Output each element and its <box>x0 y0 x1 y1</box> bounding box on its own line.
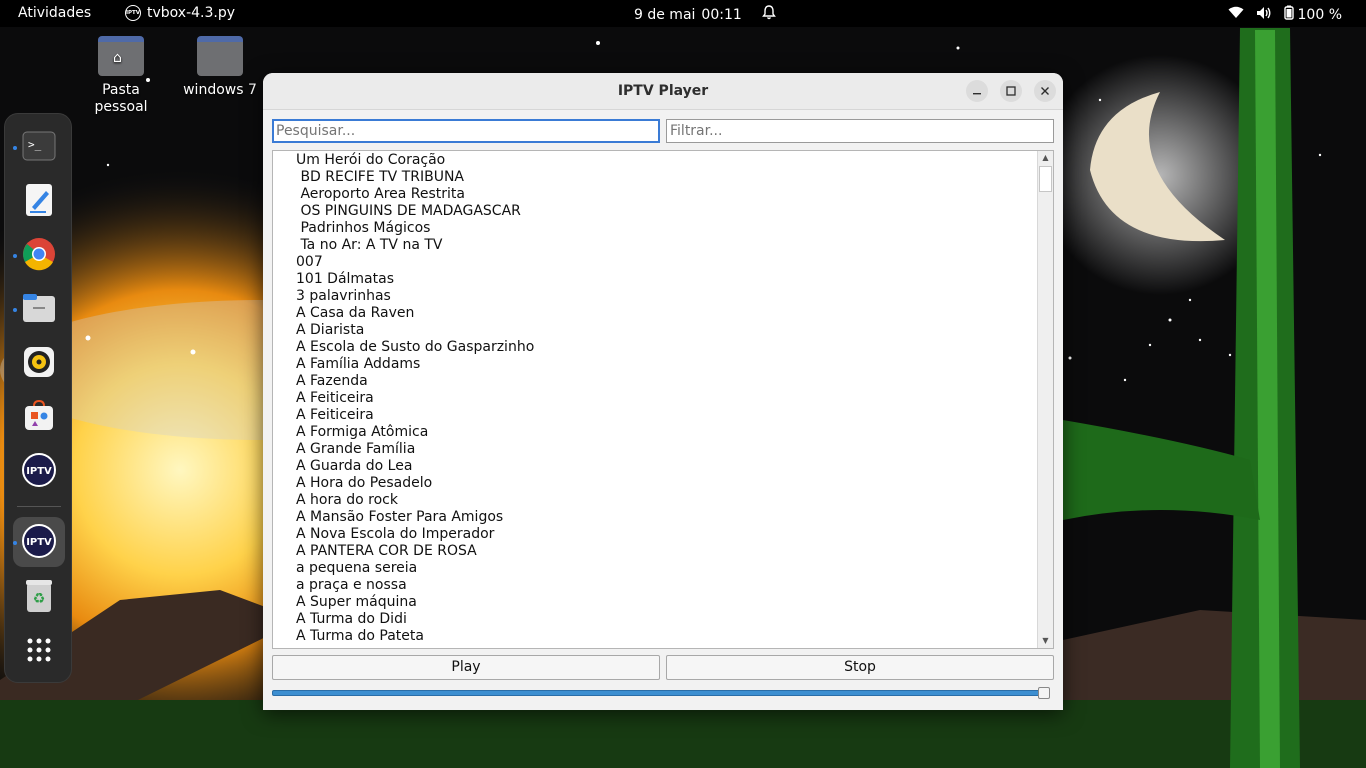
battery-icon <box>1283 5 1294 24</box>
list-item[interactable]: A hora do rock <box>296 492 534 509</box>
iptv-player-window: IPTV Player Um Herói do Coração BD RECIF… <box>263 73 1063 710</box>
iptv-running-icon[interactable]: IPTV <box>20 522 58 560</box>
stop-button[interactable]: Stop <box>666 655 1054 680</box>
window-title: IPTV Player <box>617 83 709 99</box>
battery-percent: 100 % <box>1297 6 1342 23</box>
dock-separator <box>17 506 61 507</box>
list-item[interactable]: A Super máquina <box>296 594 534 611</box>
list-item[interactable]: A Fazenda <box>296 373 534 390</box>
system-menu[interactable]: 100 % <box>1228 5 1342 24</box>
files-icon[interactable] <box>20 289 58 327</box>
list-item[interactable]: 007 <box>296 254 534 271</box>
progress-track <box>272 690 1042 696</box>
list-item[interactable]: 3 palavrinhas <box>296 288 534 305</box>
app-menu[interactable]: IPTV tvbox-4.3.py <box>125 5 235 21</box>
wifi-icon <box>1228 6 1244 23</box>
chrome-icon[interactable] <box>20 235 58 273</box>
iptv-icon[interactable]: IPTV <box>20 451 58 489</box>
show-apps-icon[interactable] <box>20 631 58 669</box>
list-item[interactable]: a praça e nossa <box>296 577 534 594</box>
top-bar: Atividades IPTV tvbox-4.3.py 9 de mai 00… <box>0 0 1366 27</box>
list-item[interactable]: A Família Addams <box>296 356 534 373</box>
activities-button[interactable]: Atividades <box>18 5 91 21</box>
scroll-up-icon[interactable]: ▲ <box>1038 151 1053 165</box>
list-item[interactable]: A Casa da Raven <box>296 305 534 322</box>
app-center-icon[interactable] <box>20 397 58 435</box>
progress-slider[interactable] <box>272 687 1054 699</box>
list-item[interactable]: A Grande Família <box>296 441 534 458</box>
list-item[interactable]: A Turma do Didi <box>296 611 534 628</box>
volume-icon <box>1256 6 1272 24</box>
svg-text:>_: >_ <box>28 138 42 151</box>
home-folder-icon: ⌂ <box>98 36 144 76</box>
list-item[interactable]: A Hora do Pesadelo <box>296 475 534 492</box>
list-item[interactable]: A Turma do Pateta <box>296 628 534 645</box>
folder-icon <box>197 36 243 76</box>
list-item[interactable]: A Feiticeira <box>296 407 534 424</box>
list-item[interactable]: Ta no Ar: A TV na TV <box>296 237 534 254</box>
list-item[interactable]: a pequena sereia <box>296 560 534 577</box>
iptv-app-icon: IPTV <box>125 5 141 21</box>
bell-icon <box>761 5 776 24</box>
maximize-button[interactable] <box>1000 80 1022 102</box>
app-menu-label: tvbox-4.3.py <box>147 5 236 21</box>
list-item[interactable]: A Formiga Atômica <box>296 424 534 441</box>
list-item[interactable]: 101 Dálmatas <box>296 271 534 288</box>
list-item[interactable]: Um Herói do Coração <box>296 152 534 169</box>
play-button[interactable]: Play <box>272 655 660 680</box>
desktop-icon-label: Pasta pessoal <box>94 82 148 115</box>
window-titlebar[interactable]: IPTV Player <box>263 73 1063 110</box>
running-indicator <box>13 146 17 150</box>
clock[interactable]: 9 de mai 00:11 <box>634 5 776 24</box>
svg-text:IPTV: IPTV <box>26 466 52 477</box>
svg-text:♻: ♻ <box>33 591 46 607</box>
list-item[interactable]: Aeroporto Area Restrita <box>296 186 534 203</box>
running-indicator <box>13 254 17 258</box>
desktop-icon-home[interactable]: ⌂ Pasta pessoal <box>81 36 161 116</box>
filter-input[interactable] <box>666 119 1054 143</box>
clock-time: 00:11 <box>701 6 742 23</box>
running-indicator <box>13 308 17 312</box>
dock: >_ IPTV IPTV ♻ <box>4 113 72 683</box>
list-item[interactable]: A Escola de Susto do Gasparzinho <box>296 339 534 356</box>
minimize-button[interactable] <box>966 80 988 102</box>
list-item[interactable]: Padrinhos Mágicos <box>296 220 534 237</box>
scroll-down-icon[interactable]: ▼ <box>1038 634 1053 648</box>
progress-handle[interactable] <box>1038 687 1050 699</box>
list-item[interactable]: A Mansão Foster Para Amigos <box>296 509 534 526</box>
rhythmbox-icon[interactable] <box>20 343 58 381</box>
list-item[interactable]: A Guarda do Lea <box>296 458 534 475</box>
list-item[interactable]: BD RECIFE TV TRIBUNA <box>296 169 534 186</box>
running-indicator <box>13 541 17 545</box>
list-scrollbar[interactable]: ▲ ▼ <box>1037 151 1053 648</box>
channel-list[interactable]: Um Herói do Coração BD RECIFE TV TRIBUNA… <box>272 150 1054 649</box>
svg-text:IPTV: IPTV <box>26 537 52 548</box>
list-item[interactable]: A Diarista <box>296 322 534 339</box>
close-button[interactable] <box>1034 80 1056 102</box>
battery-indicator: 100 % <box>1283 5 1342 24</box>
clock-date: 9 de mai <box>634 6 696 23</box>
scrollbar-thumb[interactable] <box>1039 166 1052 192</box>
terminal-icon[interactable]: >_ <box>20 127 58 165</box>
list-item[interactable]: A PANTERA COR DE ROSA <box>296 543 534 560</box>
trash-icon[interactable]: ♻ <box>20 577 58 615</box>
desktop-icon-windows7[interactable]: windows 7 <box>180 36 260 99</box>
channel-list-items: Um Herói do Coração BD RECIFE TV TRIBUNA… <box>296 152 534 645</box>
list-item[interactable]: A Nova Escola do Imperador <box>296 526 534 543</box>
list-item[interactable]: A Feiticeira <box>296 390 534 407</box>
text-editor-icon[interactable] <box>20 181 58 219</box>
search-input[interactable] <box>272 119 660 143</box>
list-item[interactable]: OS PINGUINS DE MADAGASCAR <box>296 203 534 220</box>
desktop-icon-label: windows 7 <box>183 82 257 98</box>
